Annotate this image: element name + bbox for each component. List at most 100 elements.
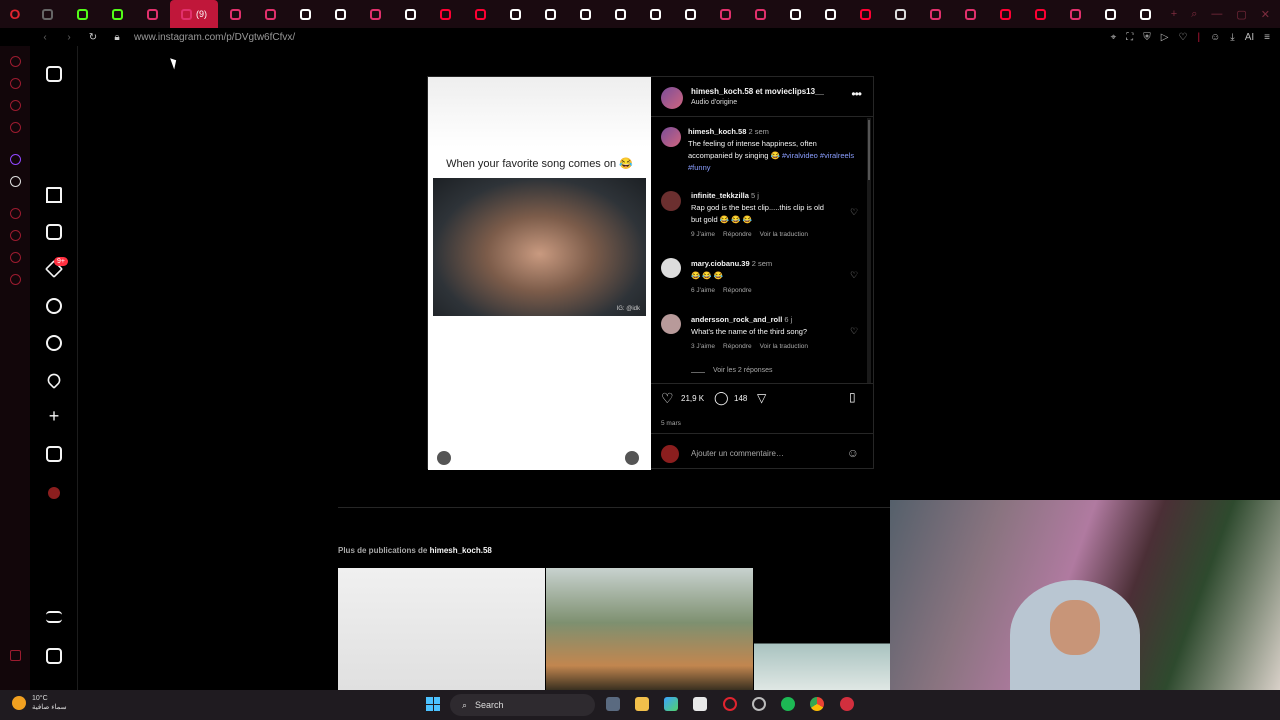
comment-likes[interactable]: 3 J'aime bbox=[691, 343, 715, 350]
browser-tab[interactable] bbox=[778, 0, 813, 28]
notifications-heart-icon[interactable] bbox=[44, 370, 64, 390]
video-frame[interactable]: IG: @idk bbox=[433, 178, 646, 316]
create-icon[interactable]: + bbox=[46, 407, 62, 425]
comment-user[interactable]: infinite_tekkzilla bbox=[691, 191, 749, 200]
gx-icon[interactable] bbox=[10, 650, 21, 661]
browser-tab[interactable] bbox=[463, 0, 498, 28]
grid-post-thumbnail[interactable] bbox=[338, 568, 545, 690]
account-icon[interactable]: ☺ bbox=[1210, 32, 1220, 43]
task-view-icon[interactable] bbox=[606, 697, 620, 711]
search-icon[interactable] bbox=[46, 298, 62, 314]
post-media[interactable]: When your favorite song comes on 😂 IG: @… bbox=[428, 77, 651, 470]
reply-link[interactable]: Répondre bbox=[723, 231, 752, 238]
author-avatar[interactable] bbox=[661, 87, 683, 109]
home-icon[interactable] bbox=[46, 187, 62, 203]
browser-tab[interactable] bbox=[568, 0, 603, 28]
browser-tab[interactable] bbox=[988, 0, 1023, 28]
translate-link[interactable]: Voir la traduction bbox=[760, 231, 808, 238]
browser-tab[interactable] bbox=[638, 0, 673, 28]
reels-icon[interactable] bbox=[46, 224, 62, 240]
share-icon[interactable]: ▽ bbox=[757, 391, 766, 405]
snapshot-icon[interactable]: ⛶ bbox=[1126, 32, 1133, 43]
browser-tab[interactable] bbox=[813, 0, 848, 28]
maximize-icon[interactable]: ▢ bbox=[1236, 8, 1246, 21]
browser-tab[interactable] bbox=[498, 0, 533, 28]
download-icon[interactable]: ⤓ bbox=[1230, 32, 1234, 43]
grid-post-thumbnail[interactable] bbox=[546, 568, 753, 690]
opera-gx-icon[interactable] bbox=[723, 697, 737, 711]
comment-input[interactable]: Ajouter un commentaire… bbox=[691, 449, 784, 458]
play-icon[interactable]: ▷ bbox=[1161, 32, 1169, 43]
extensions-icon[interactable] bbox=[10, 252, 21, 263]
messenger-icon[interactable] bbox=[10, 100, 21, 111]
comments-list[interactable]: himesh_koch.58 2 sem The feeling of inte… bbox=[651, 118, 873, 383]
caption-user[interactable]: himesh_koch.58 bbox=[688, 127, 746, 136]
instagram-logo-icon[interactable] bbox=[46, 66, 62, 82]
browser-tab[interactable] bbox=[288, 0, 323, 28]
translate-link[interactable]: Voir la traduction bbox=[760, 343, 808, 350]
search-tabs-icon[interactable]: ⌕ bbox=[1191, 8, 1197, 21]
browser-tab[interactable] bbox=[603, 0, 638, 28]
reply-link[interactable]: Répondre bbox=[723, 287, 752, 294]
comment-avatar[interactable] bbox=[661, 314, 681, 334]
browser-tab[interactable] bbox=[1058, 0, 1093, 28]
like-comment-icon[interactable]: ♡ bbox=[850, 271, 859, 280]
browser-tab[interactable] bbox=[218, 0, 253, 28]
browser-tab[interactable] bbox=[848, 0, 883, 28]
tagged-users-icon[interactable] bbox=[437, 451, 451, 465]
comment-likes[interactable]: 9 J'aime bbox=[691, 231, 715, 238]
taskbar-search[interactable]: ⌕ Search bbox=[450, 694, 595, 716]
more-menu-icon[interactable] bbox=[46, 611, 62, 623]
comment-avatar[interactable] bbox=[661, 258, 681, 278]
file-explorer-icon[interactable] bbox=[635, 697, 649, 711]
scrollbar-thumb[interactable] bbox=[868, 120, 870, 180]
store-icon[interactable] bbox=[693, 697, 707, 711]
mute-icon[interactable] bbox=[625, 451, 639, 465]
obs-icon[interactable] bbox=[752, 697, 766, 711]
browser-tab[interactable] bbox=[953, 0, 988, 28]
more-options-icon[interactable]: ••• bbox=[851, 87, 862, 101]
menu-icon[interactable]: ≡ bbox=[1264, 32, 1270, 43]
browser-tab[interactable] bbox=[30, 0, 65, 28]
more-publications-user[interactable]: himesh_koch.58 bbox=[430, 546, 492, 555]
browser-tab[interactable] bbox=[918, 0, 953, 28]
comment-user[interactable]: mary.ciobanu.39 bbox=[691, 259, 750, 268]
history-icon[interactable] bbox=[10, 230, 21, 241]
emoji-icon[interactable]: ☺ bbox=[847, 446, 859, 460]
browser-tab[interactable] bbox=[1023, 0, 1058, 28]
browser-tab[interactable] bbox=[428, 0, 463, 28]
view-replies-link[interactable]: Voir les 2 réponses bbox=[713, 367, 773, 374]
browser-tab[interactable] bbox=[100, 0, 135, 28]
twitch-icon[interactable] bbox=[10, 154, 21, 165]
comment-likes[interactable]: 6 J'aime bbox=[691, 287, 715, 294]
comment-user[interactable]: andersson_rock_and_roll bbox=[691, 315, 782, 324]
browser-tab[interactable] bbox=[253, 0, 288, 28]
reply-link[interactable]: Répondre bbox=[723, 343, 752, 350]
explore-icon[interactable] bbox=[46, 335, 62, 351]
browser-tab[interactable] bbox=[883, 0, 918, 28]
spotify-icon[interactable] bbox=[781, 697, 795, 711]
copilot-icon[interactable] bbox=[664, 697, 678, 711]
browser-tab[interactable] bbox=[358, 0, 393, 28]
instagram-sidebar-icon[interactable] bbox=[10, 122, 21, 133]
ai-button[interactable]: AI bbox=[1245, 32, 1254, 43]
minimize-icon[interactable]: — bbox=[1211, 8, 1222, 20]
bookmark-heart-icon[interactable]: ♡ bbox=[1178, 32, 1187, 43]
browser-tab[interactable] bbox=[1093, 0, 1128, 28]
browser-tab[interactable]: (9) bbox=[170, 0, 218, 28]
browser-tab[interactable] bbox=[1128, 0, 1163, 28]
close-icon[interactable]: ✕ bbox=[1261, 8, 1270, 21]
browser-tab[interactable] bbox=[135, 0, 170, 28]
browser-tab[interactable] bbox=[533, 0, 568, 28]
dashboard-icon[interactable] bbox=[46, 446, 62, 462]
like-comment-icon[interactable]: ♡ bbox=[850, 208, 859, 217]
reload-icon[interactable]: ↻ bbox=[84, 32, 102, 43]
save-icon[interactable]: ▯ bbox=[849, 390, 856, 404]
chrome-icon[interactable] bbox=[810, 697, 824, 711]
profile-avatar[interactable] bbox=[48, 487, 60, 499]
caption-avatar[interactable] bbox=[661, 127, 681, 147]
new-tab-icon[interactable]: + bbox=[1171, 8, 1177, 20]
browser-tab[interactable] bbox=[708, 0, 743, 28]
like-count[interactable]: 21,9 K bbox=[681, 394, 704, 403]
browser-tab[interactable] bbox=[65, 0, 100, 28]
